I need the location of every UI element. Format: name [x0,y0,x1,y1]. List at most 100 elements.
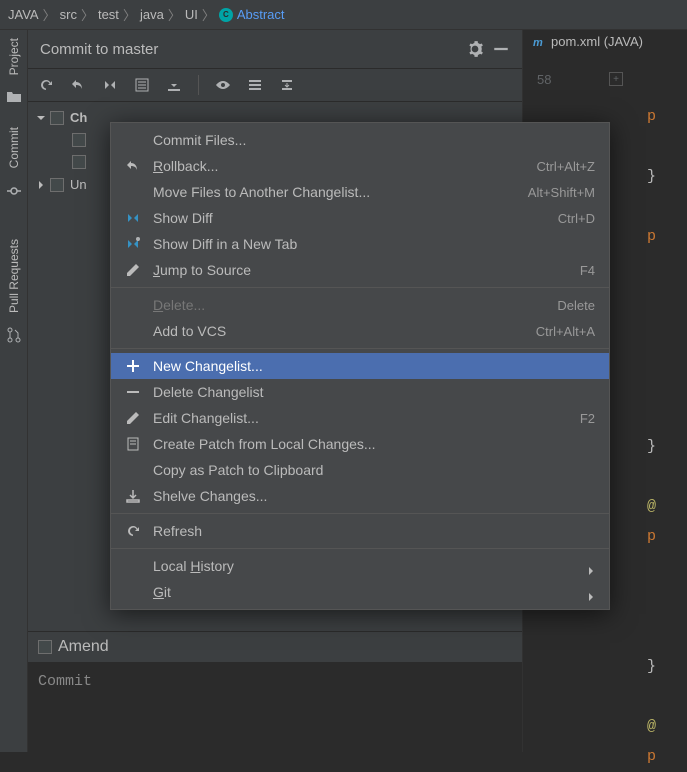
class-icon: C [219,8,233,22]
rollback-icon [125,158,141,174]
menu-item-add-to-vcs[interactable]: Add to VCSCtrl+Alt+A [111,318,609,344]
checkbox[interactable] [50,111,64,125]
checkbox[interactable] [72,133,86,147]
menu-item-edit-changelist[interactable]: Edit Changelist...F2 [111,405,609,431]
refresh-icon [125,523,141,539]
menu-item-show-diff-in-a-new-tab[interactable]: Show Diff in a New Tab [111,231,609,257]
folder-icon[interactable] [6,89,22,105]
gear-icon[interactable] [466,40,484,58]
svg-text:m: m [533,37,543,49]
eye-icon[interactable] [215,77,231,93]
menu-item-shortcut: Alt+Shift+M [528,185,595,200]
menu-item-move-files-to-another-changelist[interactable]: Move Files to Another Changelist...Alt+S… [111,179,609,205]
blank-icon [125,297,141,313]
menu-item-commit-files[interactable]: Commit Files... [111,127,609,153]
plus-icon [125,358,141,374]
shelve-icon[interactable] [166,77,182,93]
panel-title: Commit to master [40,41,458,58]
menu-item-create-patch-from-local-changes[interactable]: Create Patch from Local Changes... [111,431,609,457]
pull-request-icon[interactable] [6,327,22,343]
unversioned-label: Un [70,177,87,192]
editor-tab[interactable]: m pom.xml (JAVA) [533,34,643,49]
menu-item-delete: Delete...Delete [111,292,609,318]
blank-icon [125,323,141,339]
changes-label: Ch [70,110,87,125]
toolbar-separator [198,75,199,95]
diff-icon[interactable] [102,77,118,93]
menu-item-git[interactable]: Git [111,579,609,605]
menu-item-label: Delete... [153,297,557,313]
menu-item-label: Delete Changelist [153,384,595,400]
amend-label[interactable]: Amend [58,638,109,656]
changelist-icon[interactable] [134,77,150,93]
chevron-right-icon: 〉 [123,5,136,24]
menu-item-shortcut: Ctrl+Alt+Z [536,159,595,174]
menu-item-local-history[interactable]: Local History [111,553,609,579]
menu-item-label: Git [153,584,587,600]
toolbar [28,69,522,102]
checkbox[interactable] [50,178,64,192]
maven-icon: m [533,35,547,49]
refresh-icon[interactable] [38,77,54,93]
pencil-icon [125,410,141,426]
menu-item-label: Edit Changelist... [153,410,580,426]
menu-item-label: Shelve Changes... [153,488,595,504]
project-tab[interactable]: Project [3,30,25,83]
commit-tab[interactable]: Commit [3,119,25,176]
menu-separator [111,513,609,514]
expand-arrow-icon[interactable] [36,180,46,190]
blank-icon [125,558,141,574]
breadcrumb-item[interactable]: UI [185,7,198,22]
menu-item-shortcut: Delete [557,298,595,313]
menu-item-jump-to-source[interactable]: Jump to SourceF4 [111,257,609,283]
context-menu[interactable]: Commit Files...Rollback...Ctrl+Alt+ZMove… [110,122,610,610]
group-icon[interactable] [247,77,263,93]
rollback-icon[interactable] [70,77,86,93]
blank-icon [125,462,141,478]
breadcrumb-class[interactable]: Abstract [237,7,285,22]
menu-separator [111,548,609,549]
code-content[interactable]: p } p } @ p } @ p [641,72,687,772]
menu-item-delete-changelist[interactable]: Delete Changelist [111,379,609,405]
breadcrumb-item[interactable]: JAVA [8,7,39,22]
minimize-icon[interactable] [492,40,510,58]
menu-separator [111,287,609,288]
fold-icon[interactable]: + [609,72,623,86]
expand-icon[interactable] [279,77,295,93]
menu-item-copy-as-patch-to-clipboard[interactable]: Copy as Patch to Clipboard [111,457,609,483]
menu-item-new-changelist[interactable]: New Changelist... [111,353,609,379]
panel-header: Commit to master [28,30,522,69]
amend-row: Amend [28,631,522,662]
pull-requests-tab[interactable]: Pull Requests [3,231,25,321]
menu-item-label: Refresh [153,523,595,539]
breadcrumb-item[interactable]: test [98,7,119,22]
patch-icon [125,436,141,452]
menu-item-rollback[interactable]: Rollback...Ctrl+Alt+Z [111,153,609,179]
menu-separator [111,348,609,349]
line-number[interactable]: 58 [537,72,551,87]
commit-message-input[interactable]: Commit [28,662,522,752]
shelve-icon [125,488,141,504]
minus-icon [125,384,141,400]
pencil-icon [125,262,141,278]
menu-item-show-diff[interactable]: Show DiffCtrl+D [111,205,609,231]
amend-checkbox[interactable] [38,640,52,654]
submenu-arrow-icon [587,562,595,570]
chevron-right-icon: 〉 [202,5,215,24]
menu-item-refresh[interactable]: Refresh [111,518,609,544]
menu-item-label: Create Patch from Local Changes... [153,436,595,452]
menu-item-shelve-changes[interactable]: Shelve Changes... [111,483,609,509]
diff-icon [125,210,141,226]
menu-item-label: Copy as Patch to Clipboard [153,462,595,478]
blank-icon [125,184,141,200]
breadcrumb-item[interactable]: src [60,7,77,22]
collapse-arrow-icon[interactable] [36,113,46,123]
chevron-right-icon: 〉 [168,5,181,24]
breadcrumb-item[interactable]: java [140,7,164,22]
commit-icon[interactable] [6,183,22,199]
breadcrumb: JAVA 〉 src 〉 test 〉 java 〉 UI 〉 C Abstra… [0,0,687,30]
checkbox[interactable] [72,155,86,169]
gutter: + [609,72,625,98]
menu-item-label: Add to VCS [153,323,536,339]
menu-item-label: Show Diff [153,210,558,226]
